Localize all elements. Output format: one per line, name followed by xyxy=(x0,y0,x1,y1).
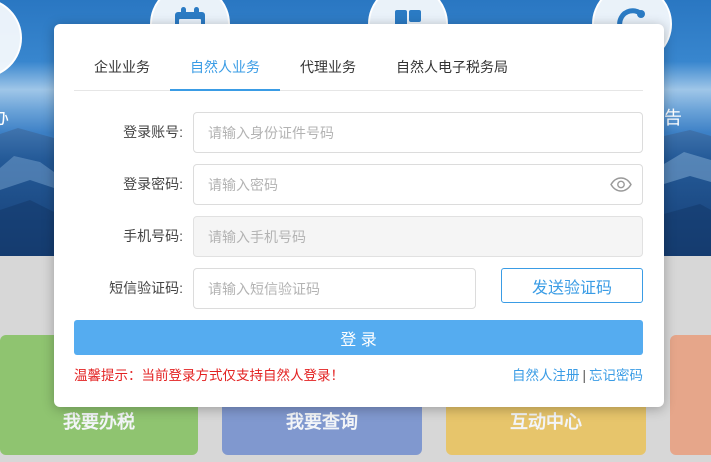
tile-label: 互动中心 xyxy=(510,412,582,432)
mobile-row: 手机号码: xyxy=(54,216,664,257)
password-row: 登录密码: xyxy=(54,164,664,205)
tab-agent[interactable]: 代理业务 xyxy=(280,44,376,90)
account-input[interactable] xyxy=(193,112,643,153)
login-dialog: 企业业务 自然人业务 代理业务 自然人电子税务局 登录账号: 登录密码: 手机号… xyxy=(54,24,664,407)
tab-enterprise[interactable]: 企业业务 xyxy=(74,44,170,90)
link-separator: | xyxy=(582,368,586,383)
tile-label: 我要办税 xyxy=(63,412,135,432)
sms-row: 短信验证码: 发送验证码 xyxy=(54,268,664,309)
password-label: 登录密码: xyxy=(123,176,183,192)
account-label: 登录账号: xyxy=(123,124,183,140)
mobile-label: 手机号码: xyxy=(123,228,183,244)
register-link[interactable]: 自然人注册 xyxy=(512,368,580,383)
service-label-left: 办 xyxy=(0,107,9,129)
login-tabs: 企业业务 自然人业务 代理业务 自然人电子税务局 xyxy=(74,44,643,91)
footer-links: 自然人注册 | 忘记密码 xyxy=(512,368,643,384)
service-label-right: 告 xyxy=(664,108,682,128)
login-notice: 温馨提示：当前登录方式仅支持自然人登录！ xyxy=(74,368,344,383)
tile-partial[interactable] xyxy=(670,335,711,455)
page: 办 告 我要办税 我要查询 互动中心 企业业务 自然人业务 代理业务 自然人电子… xyxy=(0,0,711,462)
account-row: 登录账号: xyxy=(54,112,664,153)
tile-label: 我要查询 xyxy=(286,412,358,432)
sms-code-input[interactable] xyxy=(193,268,476,309)
tab-individual[interactable]: 自然人业务 xyxy=(170,44,280,91)
login-button[interactable]: 登 录 xyxy=(74,320,643,355)
password-input[interactable] xyxy=(193,164,643,205)
forgot-password-link[interactable]: 忘记密码 xyxy=(589,368,643,383)
sms-label: 短信验证码: xyxy=(109,280,183,296)
mobile-input[interactable] xyxy=(193,216,643,257)
tab-individual-etax[interactable]: 自然人电子税务局 xyxy=(376,44,528,90)
eye-icon[interactable] xyxy=(610,177,632,192)
send-code-button[interactable]: 发送验证码 xyxy=(501,268,643,303)
